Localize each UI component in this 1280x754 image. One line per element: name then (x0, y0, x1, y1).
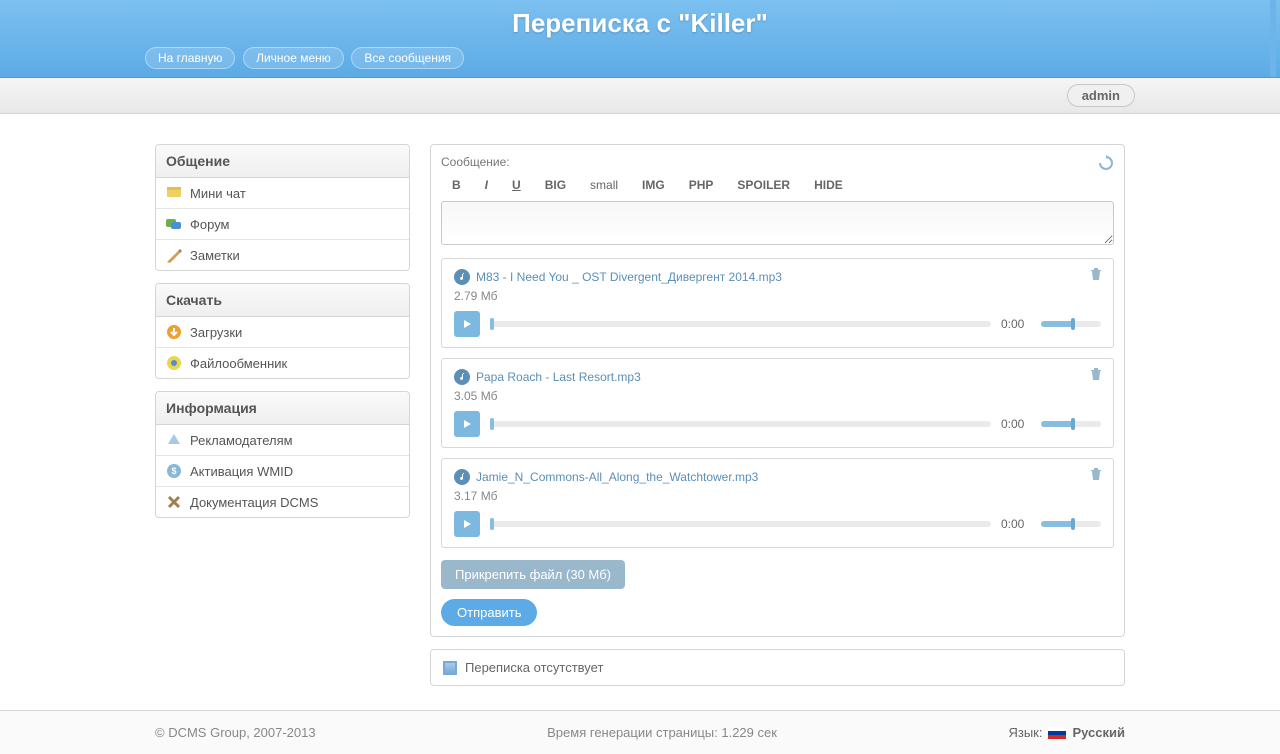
sidebar-item-label: Файлообменник (190, 356, 287, 371)
format-toolbar: B I U BIG small IMG PHP SPOILER HIDE (441, 173, 1114, 197)
nav-links: На главную Личное меню Все сообщения (0, 47, 1280, 69)
info-square-icon (443, 661, 457, 675)
panel-header: Скачать (156, 284, 409, 317)
volume-bar[interactable] (1041, 421, 1101, 427)
attachment-item: M83 - I Need You _ OST Divergent_Диверге… (441, 258, 1114, 348)
footer: © DCMS Group, 2007-2013 Время генерации … (0, 710, 1280, 754)
sidebar-item-minichat[interactable]: Мини чат (156, 178, 409, 209)
sidebar-item-label: Активация WMID (190, 464, 293, 479)
docs-icon (166, 494, 182, 510)
volume-bar[interactable] (1041, 321, 1101, 327)
page-title: Переписка с "Killer" (0, 8, 1280, 39)
sidebar-item-label: Форум (190, 217, 230, 232)
main-content: Сообщение: B I U BIG small IMG PHP SPOIL… (430, 144, 1125, 686)
user-badge[interactable]: admin (1067, 84, 1135, 107)
music-icon (454, 269, 470, 285)
tool-img[interactable]: IMG (631, 173, 676, 197)
tool-big[interactable]: BIG (534, 173, 577, 197)
music-icon (454, 369, 470, 385)
sidebar-item-label: Мини чат (190, 186, 246, 201)
subheader: admin (0, 78, 1280, 114)
chat-icon (166, 185, 182, 201)
audio-player: 0:00 (454, 511, 1101, 537)
ads-icon (166, 432, 182, 448)
nav-personal-menu[interactable]: Личное меню (243, 47, 344, 69)
wmid-icon: $ (166, 463, 182, 479)
refresh-icon[interactable] (1098, 155, 1114, 171)
nav-home[interactable]: На главную (145, 47, 235, 69)
progress-bar[interactable] (490, 321, 991, 327)
attachment-size: 3.05 Мб (454, 389, 1101, 403)
tool-underline[interactable]: U (501, 173, 532, 197)
sidebar-item-wmid[interactable]: $ Активация WMID (156, 456, 409, 487)
tool-hide[interactable]: HIDE (803, 173, 854, 197)
music-icon (454, 469, 470, 485)
progress-bar[interactable] (490, 421, 991, 427)
sidebar-item-label: Заметки (190, 248, 240, 263)
attachment-filename[interactable]: M83 - I Need You _ OST Divergent_Диверге… (476, 270, 782, 284)
attach-file-button[interactable]: Прикрепить файл (30 Мб) (441, 560, 625, 589)
tool-bold[interactable]: B (441, 173, 472, 197)
volume-bar[interactable] (1041, 521, 1101, 527)
panel-info: Информация Рекламодателям $ Активация WM… (155, 391, 410, 518)
compose-panel: Сообщение: B I U BIG small IMG PHP SPOIL… (430, 144, 1125, 637)
time-display: 0:00 (1001, 317, 1031, 331)
tool-italic[interactable]: I (474, 173, 499, 197)
attachment-item: Papa Roach - Last Resort.mp3 3.05 Мб 0:0… (441, 358, 1114, 448)
sidebar-item-label: Документация DCMS (190, 495, 318, 510)
empty-message-text: Переписка отсутствует (465, 660, 603, 675)
flag-ru-icon (1048, 727, 1066, 739)
sidebar-item-forum[interactable]: Форум (156, 209, 409, 240)
sidebar: Общение Мини чат Форум Заметки Скачать З… (155, 144, 410, 686)
sidebar-item-advertisers[interactable]: Рекламодателям (156, 425, 409, 456)
delete-attachment-icon[interactable] (1089, 367, 1103, 381)
sidebar-item-fileshare[interactable]: Файлообменник (156, 348, 409, 378)
tool-small[interactable]: small (579, 173, 629, 197)
audio-player: 0:00 (454, 411, 1101, 437)
attachment-size: 2.79 Мб (454, 289, 1101, 303)
attachment-size: 3.17 Мб (454, 489, 1101, 503)
sidebar-item-label: Загрузки (190, 325, 242, 340)
header: Переписка с "Killer" На главную Личное м… (0, 0, 1280, 78)
tool-spoiler[interactable]: SPOILER (726, 173, 801, 197)
lang-label: Язык: (1008, 725, 1042, 740)
send-button[interactable]: Отправить (441, 599, 537, 626)
copyright: © DCMS Group, 2007-2013 (155, 725, 316, 740)
panel-header: Общение (156, 145, 409, 178)
attachment-filename[interactable]: Papa Roach - Last Resort.mp3 (476, 370, 641, 384)
panel-header: Информация (156, 392, 409, 425)
panel-communication: Общение Мини чат Форум Заметки (155, 144, 410, 271)
notes-icon (166, 247, 182, 263)
sidebar-item-label: Рекламодателям (190, 433, 293, 448)
language-selector[interactable]: Язык: Русский (1008, 725, 1125, 740)
download-icon (166, 324, 182, 340)
attachment-filename[interactable]: Jamie_N_Commons-All_Along_the_Watchtower… (476, 470, 758, 484)
compose-label: Сообщение: (441, 155, 1114, 169)
progress-bar[interactable] (490, 521, 991, 527)
fileshare-icon (166, 355, 182, 371)
tool-php[interactable]: PHP (678, 173, 725, 197)
sidebar-item-docs[interactable]: Документация DCMS (156, 487, 409, 517)
audio-player: 0:00 (454, 311, 1101, 337)
sidebar-item-notes[interactable]: Заметки (156, 240, 409, 270)
panel-download: Скачать Загрузки Файлообменник (155, 283, 410, 379)
message-input[interactable] (441, 201, 1114, 245)
nav-all-messages[interactable]: Все сообщения (351, 47, 464, 69)
play-button[interactable] (454, 511, 480, 537)
delete-attachment-icon[interactable] (1089, 467, 1103, 481)
delete-attachment-icon[interactable] (1089, 267, 1103, 281)
play-button[interactable] (454, 411, 480, 437)
sidebar-item-downloads[interactable]: Загрузки (156, 317, 409, 348)
forum-icon (166, 216, 182, 232)
generation-time: Время генерации страницы: 1.229 сек (547, 725, 777, 740)
time-display: 0:00 (1001, 417, 1031, 431)
attachment-item: Jamie_N_Commons-All_Along_the_Watchtower… (441, 458, 1114, 548)
svg-text:$: $ (171, 466, 176, 476)
time-display: 0:00 (1001, 517, 1031, 531)
play-button[interactable] (454, 311, 480, 337)
lang-name: Русский (1072, 725, 1125, 740)
empty-conversation-panel: Переписка отсутствует (430, 649, 1125, 686)
